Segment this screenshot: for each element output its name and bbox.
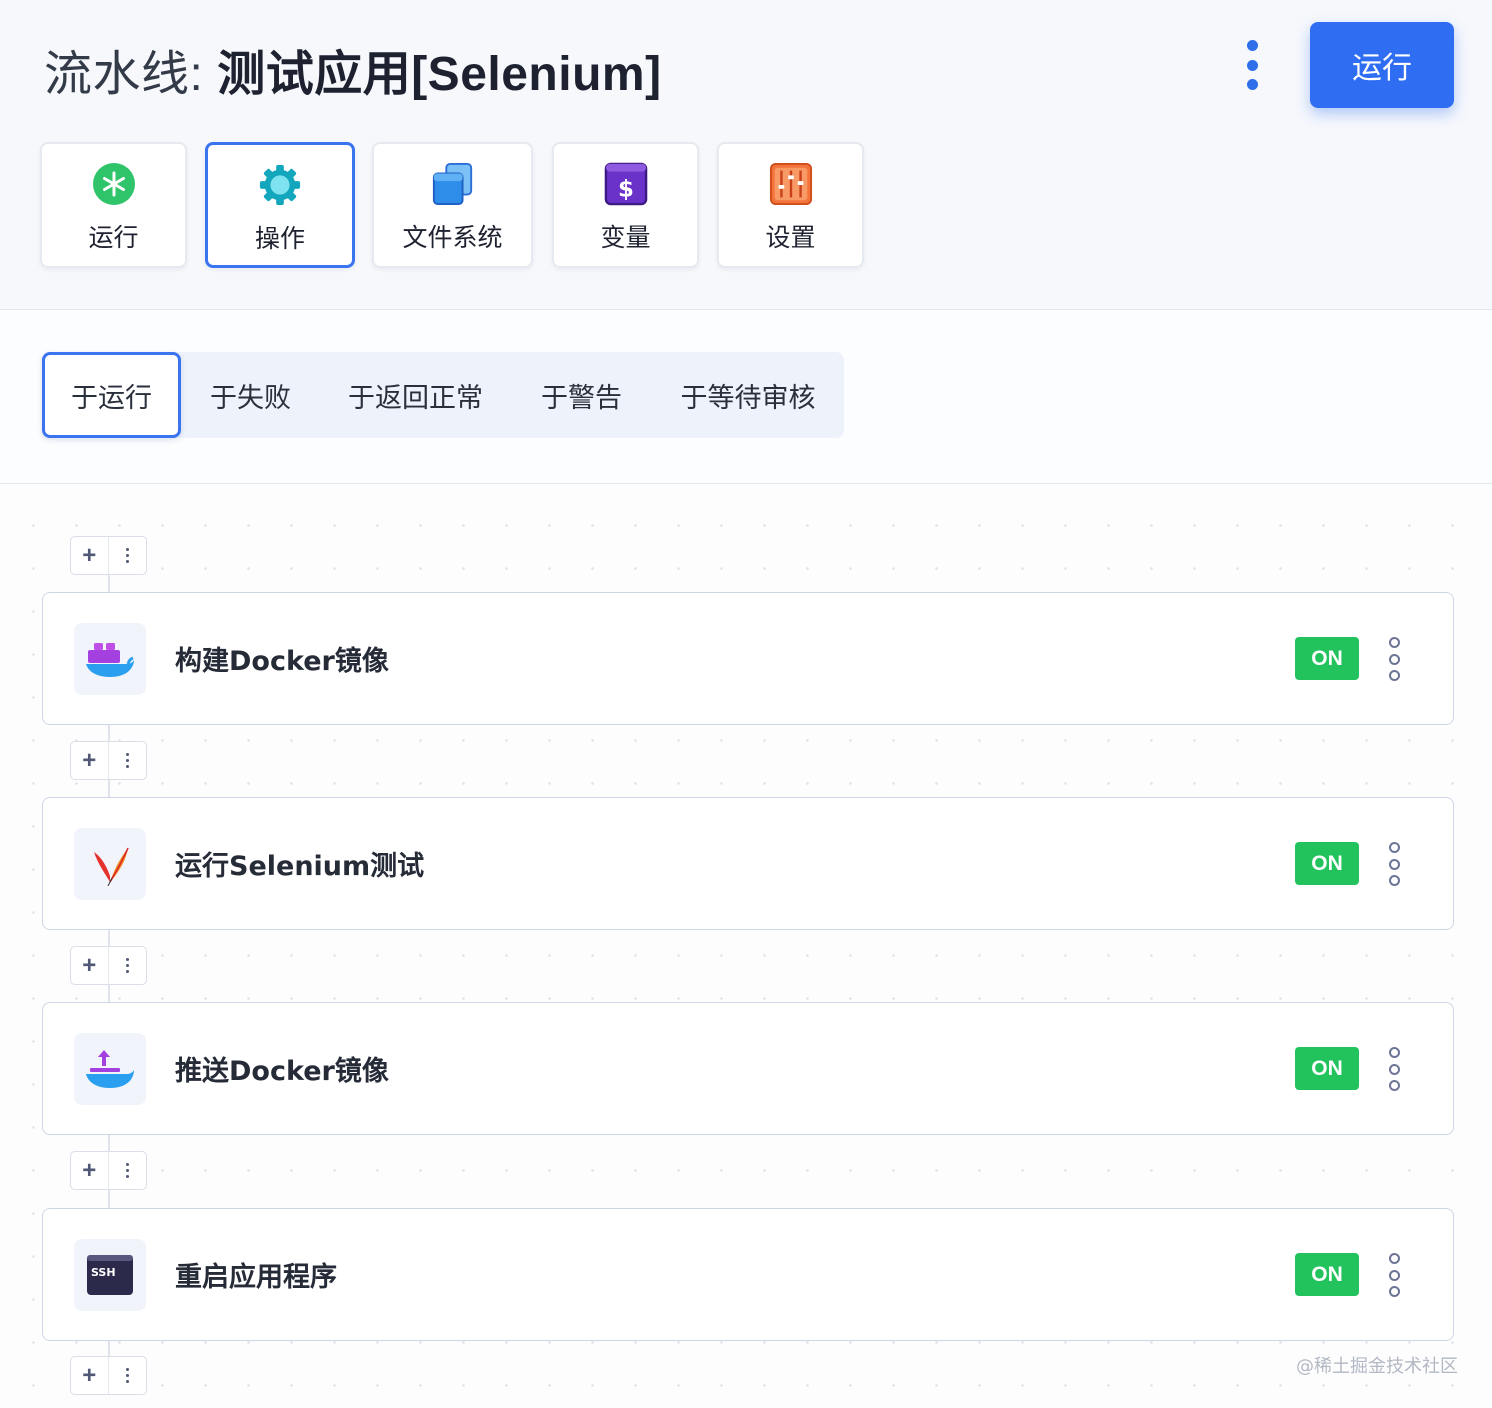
svg-text:$: $ — [618, 176, 634, 202]
step-options-icon[interactable] — [1383, 1047, 1405, 1091]
step-options-icon[interactable] — [1383, 637, 1405, 681]
page-title: 流水线: 测试应用[Selenium] — [44, 34, 662, 104]
step-toggle[interactable]: ON — [1295, 1253, 1359, 1296]
step-insert-bar: + — [70, 946, 147, 985]
step-name: 推送Docker镜像 — [175, 1056, 389, 1087]
step-name: 运行Selenium测试 — [175, 851, 425, 882]
add-step-button[interactable]: + — [71, 1357, 109, 1394]
add-step-button[interactable]: + — [71, 742, 109, 779]
page-title-prefix: 流水线: — [44, 48, 218, 101]
insert-options-icon[interactable] — [109, 1357, 147, 1394]
tab-on-run[interactable]: 于运行 — [42, 352, 181, 438]
tab-runs-label: 运行 — [88, 223, 139, 252]
asterisk-icon — [92, 162, 136, 206]
tab-on-approval[interactable]: 于等待审核 — [664, 352, 832, 438]
watermark: @稀土掘金技术社区 — [1296, 1356, 1458, 1377]
step-toggle[interactable]: ON — [1295, 637, 1359, 680]
insert-options-icon[interactable] — [109, 742, 147, 779]
step-card-build-docker[interactable]: 构建Docker镜像 ON — [42, 592, 1454, 725]
header-panel: 流水线: 测试应用[Selenium] 运行 运行 操作 文件系统 $ 变量 设… — [0, 0, 1492, 310]
step-card-restart-app[interactable]: SSH 重启应用程序 ON — [42, 1208, 1454, 1341]
files-icon — [431, 162, 475, 206]
docker-icon — [74, 623, 146, 695]
tab-actions[interactable]: 操作 — [205, 142, 355, 268]
tab-filesystem-label: 文件系统 — [402, 223, 503, 252]
insert-options-icon[interactable] — [109, 947, 147, 984]
step-name: 重启应用程序 — [175, 1262, 337, 1293]
step-toggle[interactable]: ON — [1295, 1047, 1359, 1090]
ssh-terminal-icon: SSH — [74, 1239, 146, 1311]
tab-settings[interactable]: 设置 — [717, 142, 864, 268]
run-button[interactable]: 运行 — [1310, 22, 1454, 108]
step-insert-bar: + — [70, 536, 147, 575]
tab-variables[interactable]: $ 变量 — [552, 142, 699, 268]
tab-on-recovery[interactable]: 于返回正常 — [334, 352, 497, 438]
add-step-button[interactable]: + — [71, 537, 109, 574]
svg-text:SSH: SSH — [91, 1266, 116, 1279]
step-toggle[interactable]: ON — [1295, 842, 1359, 885]
add-step-button[interactable]: + — [71, 947, 109, 984]
tab-actions-label: 操作 — [254, 224, 305, 253]
tab-runs[interactable]: 运行 — [40, 142, 187, 268]
dollar-icon: $ — [604, 162, 648, 206]
docker-push-icon — [74, 1033, 146, 1105]
tab-on-failure[interactable]: 于失败 — [192, 352, 309, 438]
page-title-name: 测试应用[Selenium] — [217, 48, 662, 101]
step-insert-bar: + — [70, 1356, 147, 1395]
step-options-icon[interactable] — [1383, 842, 1405, 886]
step-insert-bar: + — [70, 1151, 147, 1190]
step-card-push-docker[interactable]: 推送Docker镜像 ON — [42, 1002, 1454, 1135]
tab-on-warning[interactable]: 于警告 — [524, 352, 639, 438]
step-name: 构建Docker镜像 — [175, 646, 389, 677]
step-options-icon[interactable] — [1383, 1253, 1405, 1297]
gear-icon — [258, 163, 302, 207]
insert-options-icon[interactable] — [109, 537, 147, 574]
tab-variables-label: 变量 — [600, 223, 651, 252]
more-options-icon[interactable] — [1238, 40, 1266, 90]
step-insert-bar: + — [70, 741, 147, 780]
insert-options-icon[interactable] — [109, 1152, 147, 1189]
sliders-icon — [769, 162, 813, 206]
event-tab-group: 于运行 于失败 于返回正常 于警告 于等待审核 — [42, 352, 844, 438]
tab-filesystem[interactable]: 文件系统 — [372, 142, 533, 268]
add-step-button[interactable]: + — [71, 1152, 109, 1189]
step-card-run-selenium[interactable]: 运行Selenium测试 ON — [42, 797, 1454, 930]
feather-icon — [74, 828, 146, 900]
tab-settings-label: 设置 — [765, 223, 816, 252]
